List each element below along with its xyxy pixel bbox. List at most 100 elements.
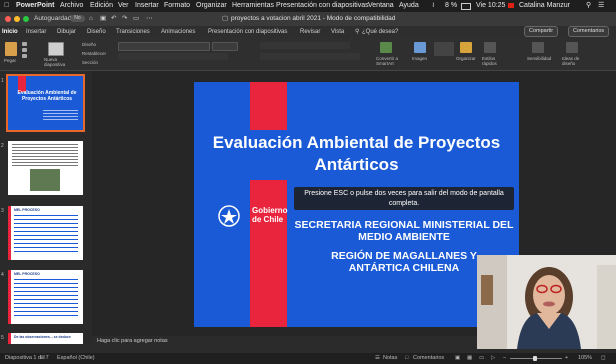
zoom-out-icon[interactable]: −	[503, 353, 506, 364]
new-slide-icon[interactable]	[48, 42, 64, 56]
autosave-toggle[interactable]: No	[70, 15, 85, 22]
zoom-level[interactable]: 105%	[578, 353, 592, 364]
tab-animaciones[interactable]: Animaciones	[161, 26, 195, 38]
design-ideas-icon[interactable]	[566, 42, 578, 53]
autosave-label: Autoguardado	[34, 15, 75, 22]
zoom-in-icon[interactable]: +	[565, 353, 568, 364]
layout-button[interactable]: Diseño	[82, 42, 96, 47]
slide-thumbnail-1[interactable]: Evaluación Ambiental de Proyectos Antárt…	[6, 74, 85, 132]
paragraph-list-controls[interactable]	[260, 42, 350, 49]
copy-icon[interactable]	[22, 48, 27, 52]
menu-herramientas[interactable]: Herramientas	[232, 0, 274, 12]
tab-revisar[interactable]: Revisar	[300, 26, 320, 38]
normal-view-icon[interactable]: ▣	[455, 353, 460, 364]
menu-organizar[interactable]: Organizar	[196, 0, 227, 12]
slide-subtitle-2[interactable]: REGIÓN DE MAGALLANES Y ANTÁRTICA CHILENA	[314, 250, 494, 274]
tab-transiciones[interactable]: Transiciones	[116, 26, 150, 38]
comments-icon[interactable]: □	[405, 353, 408, 364]
tab-presentacion[interactable]: Presentación con diapositivas	[208, 26, 287, 38]
slide-title[interactable]: Evaluación Ambiental de Proyectos Antárt…	[194, 132, 519, 176]
share-button[interactable]: Compartir	[524, 26, 559, 37]
present-icon[interactable]: ▭	[133, 12, 139, 26]
slideshow-icon[interactable]: ▷	[491, 353, 495, 364]
ribbon-toolbar: Pegar Nueva diapositiva Diseño Restablec…	[0, 38, 616, 71]
comments-button[interactable]: Comentarios	[568, 26, 610, 37]
close-icon[interactable]	[5, 16, 11, 22]
fit-to-window-icon[interactable]: ◻	[601, 353, 606, 364]
paste-icon[interactable]	[5, 42, 17, 56]
flag-stripe-bottom	[250, 180, 287, 327]
shapes-gallery[interactable]	[434, 42, 454, 56]
menu-insertar[interactable]: Insertar	[135, 0, 159, 12]
section-button[interactable]: Sección	[82, 60, 98, 65]
font-select[interactable]	[118, 42, 210, 51]
sensitivity-icon[interactable]	[532, 42, 544, 53]
slide-thumbnail-4[interactable]: MEL PROCESO	[8, 270, 83, 324]
format-painter-icon[interactable]	[22, 54, 27, 58]
arrange-icon[interactable]	[460, 42, 472, 53]
minimize-icon[interactable]	[14, 16, 20, 22]
font-format-controls[interactable]	[118, 53, 228, 60]
tab-tell-me[interactable]: ¿Qué desea?	[362, 26, 398, 38]
flag-icon[interactable]	[508, 3, 514, 8]
presenter-video-icon	[477, 255, 616, 349]
thumb-number: 5	[1, 335, 4, 341]
app-menu[interactable]: PowerPoint	[16, 0, 55, 12]
menu-edicion[interactable]: Edición	[90, 0, 113, 12]
search-icon[interactable]: ⚲	[586, 0, 591, 12]
sensitivity-label: Sensibilidad	[527, 56, 552, 61]
user-name[interactable]: Catalina Manzur	[519, 0, 570, 12]
paragraph-align-controls[interactable]	[260, 53, 360, 60]
menu-presentacion[interactable]: Presentación con diapositivas	[276, 0, 369, 12]
zoom-icon[interactable]	[23, 16, 29, 22]
undo-icon[interactable]: ↶	[111, 12, 116, 26]
language-status[interactable]: Español (Chile)	[57, 353, 95, 364]
more-icon[interactable]: ⋯	[146, 12, 153, 26]
menu-archivo[interactable]: Archivo	[60, 0, 83, 12]
apple-icon[interactable]: 	[4, 0, 9, 12]
battery-icon[interactable]	[461, 3, 471, 10]
notes-icon[interactable]: ☰	[375, 353, 380, 364]
menu-ver[interactable]: Ver	[118, 0, 129, 12]
government-logo-text: Gobierno de Chile	[252, 206, 288, 224]
thumb-title: De las observaciones... se deduce	[14, 335, 71, 339]
tab-vista[interactable]: Vista	[331, 26, 344, 38]
reset-button[interactable]: Restablecer	[82, 51, 106, 56]
slide-sorter-icon[interactable]: ▦	[467, 353, 472, 364]
redo-icon[interactable]: ↷	[122, 12, 127, 26]
tell-me-icon[interactable]: ⚲	[355, 26, 359, 38]
quick-styles-label: Estilos rápidos	[482, 56, 497, 66]
notes-placeholder[interactable]: Haga clic para agregar notas	[97, 336, 168, 346]
menu-formato[interactable]: Formato	[164, 0, 190, 12]
tab-dibujar[interactable]: Dibujar	[57, 26, 76, 38]
thumb-number: 3	[1, 208, 4, 214]
thumb-number: 2	[1, 143, 4, 149]
cut-icon[interactable]	[22, 42, 27, 46]
menu-ventana[interactable]: Ventana	[368, 0, 394, 12]
notes-toggle[interactable]: Notas	[383, 353, 397, 364]
control-center-icon[interactable]: ☰	[598, 0, 604, 12]
quick-styles-icon[interactable]	[484, 42, 496, 53]
spellcheck-icon[interactable]: ☐	[40, 353, 45, 364]
new-slide-label: Nueva diapositiva	[44, 57, 66, 67]
reading-view-icon[interactable]: ▭	[479, 353, 484, 364]
fullscreen-escape-toast: Presione ESC o pulse dos veces para sali…	[294, 187, 514, 210]
save-icon[interactable]: ▣	[100, 12, 106, 26]
smartart-icon[interactable]	[380, 42, 392, 53]
slide-thumbnail-3[interactable]: MEL PROCESO	[8, 206, 83, 260]
home-icon[interactable]: ⌂	[89, 12, 93, 26]
slide-subtitle-1[interactable]: SECRETARIA REGIONAL MINISTERIAL DEL MEDI…	[294, 219, 514, 243]
tab-diseno[interactable]: Diseño	[87, 26, 106, 38]
font-size-select[interactable]	[212, 42, 238, 51]
flag-stripe-top	[250, 82, 287, 130]
slide-thumbnail-5[interactable]: De las observaciones... se deduce	[8, 333, 83, 344]
zoom-slider-handle[interactable]	[533, 356, 537, 361]
comments-toggle[interactable]: Comentarios	[413, 353, 444, 364]
slide-thumbnail-2[interactable]	[8, 141, 83, 195]
tab-insertar[interactable]: Insertar	[26, 26, 46, 38]
menu-ayuda[interactable]: Ayuda	[399, 0, 419, 12]
clock[interactable]: Vie 10:25	[476, 0, 505, 12]
image-icon[interactable]	[414, 42, 426, 53]
webcam-video-feed	[477, 255, 616, 349]
wifi-icon[interactable]: ≀	[432, 0, 435, 12]
